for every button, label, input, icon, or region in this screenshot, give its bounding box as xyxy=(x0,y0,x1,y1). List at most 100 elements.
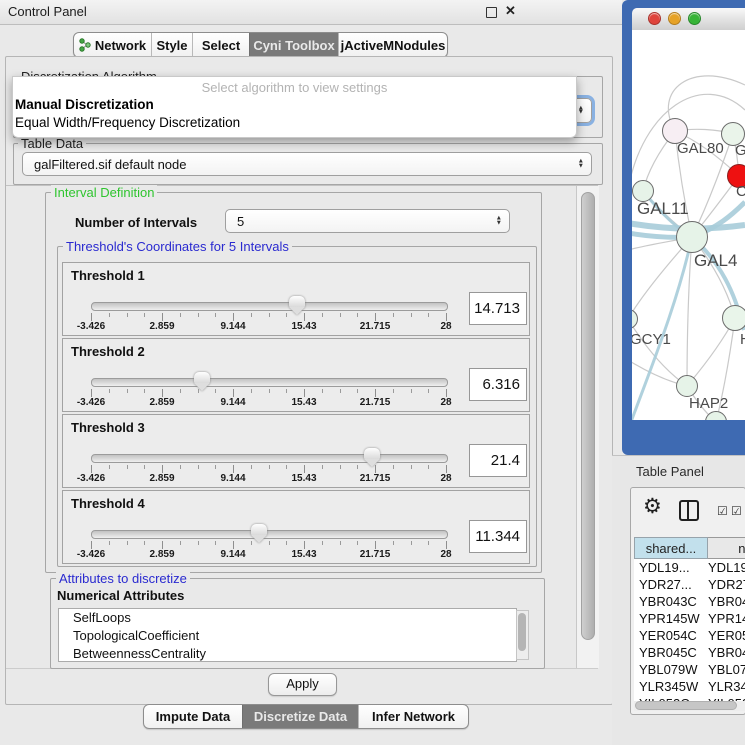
threshold-2-value-field[interactable]: 6.316 xyxy=(469,368,527,401)
tick-mark xyxy=(357,541,358,545)
table-row[interactable]: YBL079WYBL079W xyxy=(634,661,745,678)
node-label: GA xyxy=(735,142,745,159)
cell-name[interactable]: YPR145W xyxy=(700,610,745,627)
scrollbar-thumb[interactable] xyxy=(581,192,595,640)
tick-mark xyxy=(91,313,92,321)
tick-mark xyxy=(340,389,341,393)
table-row[interactable]: YDR27...YDR27 xyxy=(634,576,745,593)
dropdown-option-manual[interactable]: Manual Discretization xyxy=(15,97,154,112)
number-of-intervals-combo[interactable]: 5 ▲▼ xyxy=(225,209,510,233)
threshold-4-value-field[interactable]: 11.344 xyxy=(469,520,527,553)
tick-mark xyxy=(304,389,305,397)
cell-name[interactable]: YBR043C xyxy=(700,593,745,610)
scrollbar-thumb[interactable] xyxy=(518,613,526,651)
table-horizontal-scrollbar[interactable] xyxy=(634,701,745,711)
tab-impute-data[interactable]: Impute Data xyxy=(144,705,242,728)
attribute-item[interactable]: BetweennessCentrality xyxy=(59,645,516,662)
threshold-label: Threshold 4 xyxy=(71,496,145,511)
threshold-3-value-field[interactable]: 21.4 xyxy=(469,444,527,477)
apply-button[interactable]: Apply xyxy=(268,673,337,696)
tab-jactivemnodules[interactable]: jActiveMNodules xyxy=(338,33,447,57)
column-header-shared-name[interactable]: shared... xyxy=(634,537,708,559)
table-row[interactable]: YPR145WYPR145W xyxy=(634,610,745,627)
tick-label: 2.859 xyxy=(149,473,174,484)
table-row[interactable]: YBR043CYBR043C xyxy=(634,593,745,610)
cell-name[interactable]: YBR045C xyxy=(700,644,745,661)
tick-label: -3.426 xyxy=(77,321,105,332)
settings-vertical-scrollbar[interactable] xyxy=(576,186,599,668)
dropdown-option-equal-width[interactable]: Equal Width/Frequency Discretization xyxy=(15,115,240,130)
attributes-scrollbar[interactable] xyxy=(516,610,529,660)
tick-label: -3.426 xyxy=(77,473,105,484)
tick-label: -3.426 xyxy=(77,397,105,408)
cell-shared-name[interactable]: YBR043C xyxy=(634,593,700,610)
tab-network[interactable]: Network xyxy=(74,33,151,57)
cell-name[interactable]: YDR27 xyxy=(700,576,745,593)
table-row[interactable]: YER054CYER054C xyxy=(634,627,745,644)
cell-shared-name[interactable]: YPR145W xyxy=(634,610,700,627)
tick-label: 15.43 xyxy=(291,397,316,408)
threshold-3-slider[interactable] xyxy=(91,454,448,463)
scrollbar-thumb[interactable] xyxy=(635,701,737,710)
numerical-attributes-list[interactable]: SelfLoopsTopologicalCoefficientBetweenne… xyxy=(58,608,517,662)
tab-infer-network[interactable]: Infer Network xyxy=(358,705,468,728)
cell-shared-name[interactable]: YBR045C xyxy=(634,644,700,661)
tick-mark xyxy=(428,465,429,469)
tick-label: 21.715 xyxy=(360,321,391,332)
cell-shared-name[interactable]: YDL19... xyxy=(634,559,700,576)
cell-name[interactable]: YDL19 xyxy=(700,559,745,576)
tab-discretize-data[interactable]: Discretize Data xyxy=(242,705,358,728)
node-h[interactable] xyxy=(722,305,745,331)
network-window-titlebar xyxy=(632,8,745,31)
minimize-window-icon[interactable] xyxy=(668,12,681,25)
tick-mark xyxy=(446,313,447,321)
tick-mark xyxy=(215,465,216,469)
numerical-attributes-heading: Numerical Attributes xyxy=(57,588,184,603)
attribute-item[interactable]: SelfLoops xyxy=(59,609,516,627)
cell-shared-name[interactable]: YLR345W xyxy=(634,678,700,695)
threshold-4-slider[interactable] xyxy=(91,530,448,539)
table-data-combo[interactable]: galFiltered.sif default node ▲▼ xyxy=(22,152,592,176)
checkbox-icon[interactable]: ☑ xyxy=(717,504,728,518)
tick-mark xyxy=(286,541,287,545)
threshold-2-slider[interactable] xyxy=(91,378,448,387)
table-row[interactable]: YLR345WYLR345W xyxy=(634,678,745,695)
close-panel-icon[interactable]: ✕ xyxy=(505,5,516,16)
tab-cyni-toolbox[interactable]: Cyni Toolbox xyxy=(249,33,338,57)
cell-name[interactable]: YER054C xyxy=(700,627,745,644)
gear-icon[interactable]: ⚙ xyxy=(643,494,662,519)
tick-mark xyxy=(322,465,323,469)
cell-name[interactable]: YBL079W xyxy=(700,661,745,678)
columns-icon[interactable] xyxy=(679,500,699,521)
cell-shared-name[interactable]: YBL079W xyxy=(634,661,700,678)
tick-label: 9.144 xyxy=(220,321,245,332)
network-canvas[interactable]: GAL80GACGAL11GAL4GCY1HHAP2 xyxy=(632,30,745,420)
column-header-name[interactable]: na xyxy=(708,537,745,559)
tick-mark xyxy=(446,389,447,397)
zoom-window-icon[interactable] xyxy=(688,12,701,25)
table-row[interactable]: YBR045CYBR045C xyxy=(634,644,745,661)
cell-name[interactable]: YLR345W xyxy=(700,678,745,695)
threshold-1-slider[interactable] xyxy=(91,302,448,311)
tab-select[interactable]: Select xyxy=(192,33,249,57)
tick-mark xyxy=(127,465,128,469)
cell-shared-name[interactable]: YER054C xyxy=(634,627,700,644)
tick-label: 28 xyxy=(440,321,451,332)
float-panel-icon[interactable] xyxy=(486,7,497,18)
close-window-icon[interactable] xyxy=(648,12,661,25)
slider-tick-labels: -3.4262.8599.14415.4321.71528 xyxy=(91,397,446,409)
checkbox-icon[interactable]: ☑ xyxy=(731,504,742,518)
tab-style[interactable]: Style xyxy=(151,33,192,57)
cell-shared-name[interactable]: YDR27... xyxy=(634,576,700,593)
node-gal4[interactable] xyxy=(676,221,708,253)
threshold-1-value-field[interactable]: 14.713 xyxy=(469,292,527,325)
table-row[interactable]: YDL19...YDL19 xyxy=(634,559,745,576)
slider-tick-labels: -3.4262.8599.14415.4321.71528 xyxy=(91,321,446,333)
attribute-item[interactable]: TopologicalCoefficient xyxy=(59,627,516,645)
tick-mark xyxy=(375,541,376,549)
node-hap2[interactable] xyxy=(676,375,698,397)
tick-mark xyxy=(446,541,447,549)
tick-mark xyxy=(357,389,358,393)
tick-mark xyxy=(127,313,128,317)
number-of-intervals-value: 5 xyxy=(237,210,244,232)
